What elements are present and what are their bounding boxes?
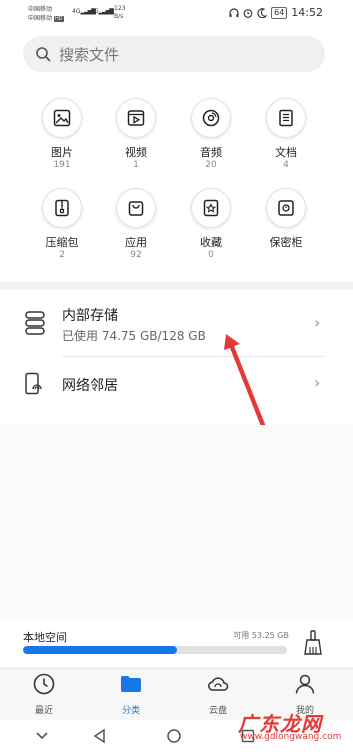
video-icon (116, 98, 156, 138)
audio-icon (191, 98, 231, 138)
folder-icon (121, 676, 141, 692)
empty-area (0, 425, 353, 621)
document-icon (266, 98, 306, 138)
tab-recent[interactable]: 最近 (14, 672, 74, 716)
category-count: 20 (205, 160, 217, 170)
category-count: 0 (208, 250, 214, 260)
tab-label: 最近 (34, 706, 53, 716)
signal-2: 4G▂▃▅▇ (90, 8, 114, 15)
search-placeholder: 搜索文件 (59, 45, 120, 64)
search-bar[interactable]: 搜索文件 (23, 36, 325, 72)
alarm-icon (243, 8, 253, 18)
favorite-star-icon (191, 188, 231, 228)
category-documents[interactable]: 文档 4 (256, 98, 316, 171)
storage-progress-bar (23, 646, 287, 654)
category-count: 191 (53, 160, 71, 170)
network-phone-icon (25, 372, 42, 395)
watermark-url: www.gdlongwang.com (240, 732, 342, 742)
category-label: 音频 (200, 146, 222, 159)
carrier-info: 中国移动 中国移动 HD (28, 5, 64, 24)
chevron-right-icon: › (314, 373, 321, 392)
status-right: 64 14:52 (229, 6, 323, 19)
person-icon (295, 674, 315, 694)
archive-icon (42, 188, 82, 228)
category-label: 图片 (51, 146, 73, 159)
category-label: 文档 (275, 146, 297, 159)
category-apps[interactable]: 应用 92 (106, 188, 166, 261)
tab-label: 分类 (121, 706, 140, 716)
category-count: 1 (133, 160, 139, 170)
status-bar: 中国移动 中国移动 HD 4G▂▃▅▇ 4G▂▃▅▇ 123 B/s 64 14… (0, 0, 353, 30)
category-audio[interactable]: 音频 20 (181, 98, 241, 171)
broom-icon[interactable] (303, 630, 323, 656)
category-archives[interactable]: 压缩包 2 (32, 188, 92, 261)
app-bag-icon (116, 188, 156, 228)
back-icon[interactable] (92, 728, 108, 744)
headset-icon (229, 7, 239, 17)
clock-icon (33, 673, 55, 695)
carrier-2: 中国移动 HD (28, 15, 64, 22)
network-neighbor-title: 网络邻居 (62, 378, 118, 394)
internal-storage-usage: 已使用 74.75 GB/128 GB (62, 329, 206, 343)
divider (62, 356, 324, 357)
local-space-label: 本地空间 (23, 631, 67, 644)
category-count: 2 (59, 250, 65, 260)
category-label: 压缩包 (45, 236, 79, 249)
category-label: 收藏 (200, 236, 222, 249)
net-speed: 123 B/s (114, 5, 126, 20)
network-neighbor-row[interactable]: 网络邻居 › (0, 362, 353, 408)
internal-storage-row[interactable]: 内部存储 已使用 74.75 GB/128 GB › (0, 300, 353, 354)
storage-progress-fill (23, 646, 178, 654)
safe-icon (266, 188, 306, 228)
storage-stack-icon (25, 311, 45, 335)
category-favorites[interactable]: 收藏 0 (181, 188, 241, 261)
clock-time: 14:52 (291, 6, 323, 19)
internal-storage-title: 内部存储 (62, 308, 118, 324)
category-count: 4 (283, 160, 289, 170)
carrier-1: 中国移动 (28, 6, 53, 13)
home-icon[interactable] (166, 728, 182, 744)
category-label: 视频 (125, 146, 147, 159)
category-images[interactable]: 图片 191 (32, 98, 92, 171)
tab-categories[interactable]: 分类 (101, 672, 161, 716)
chevron-right-icon: › (314, 313, 321, 332)
cloud-icon (208, 677, 229, 691)
category-safe[interactable]: 保密柜 (256, 188, 316, 249)
category-label: 应用 (125, 236, 147, 249)
category-label: 保密柜 (269, 236, 303, 249)
image-icon (42, 98, 82, 138)
battery-indicator: 64 (271, 6, 288, 19)
local-space-free: 可用 53.25 GB (233, 631, 289, 640)
moon-icon (257, 7, 268, 18)
search-icon (36, 47, 51, 62)
hide-keyboard-chevron-icon[interactable] (34, 728, 50, 744)
category-videos[interactable]: 视频 1 (106, 98, 166, 171)
category-count: 92 (130, 250, 142, 260)
